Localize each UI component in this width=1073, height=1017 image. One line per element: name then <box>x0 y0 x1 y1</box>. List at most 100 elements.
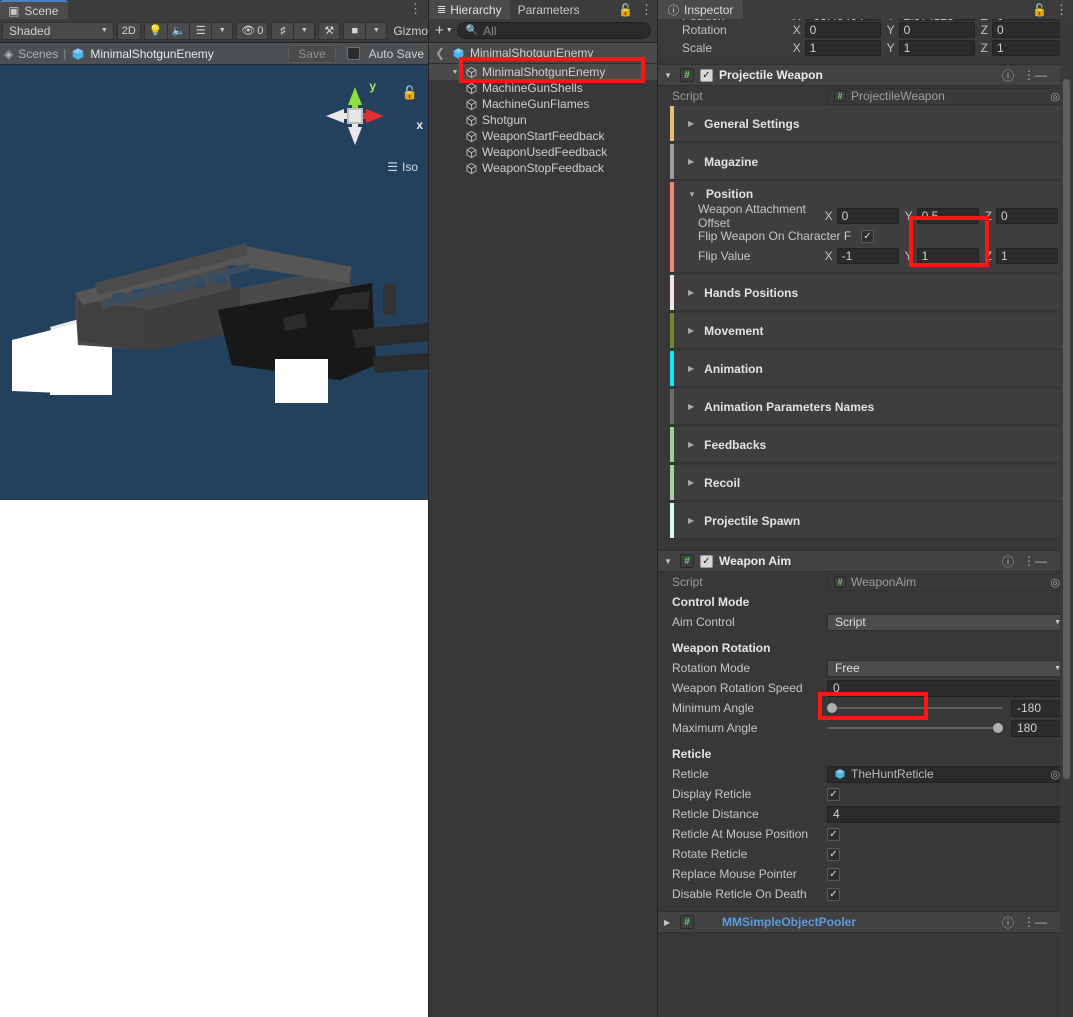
component-enabled-checkbox[interactable]: ✓ <box>700 554 713 568</box>
fx-dropdown-button[interactable]: ▼ <box>211 21 234 40</box>
gizmos-label[interactable]: Gizmo <box>393 24 428 38</box>
scrollbar-thumb[interactable] <box>1063 79 1070 779</box>
chevron-right-icon[interactable]: ▶ <box>688 440 694 449</box>
foldout-feedbacks[interactable]: ▶ Feedbacks <box>670 427 1064 463</box>
fx-toggle-button[interactable]: ☰ <box>189 21 212 40</box>
lock-open-icon[interactable]: 🔓 <box>618 3 633 17</box>
rotation-z-field[interactable]: Z 0 <box>981 22 1068 38</box>
preset-icon[interactable]: ⋮— <box>1023 68 1047 82</box>
position-y-field[interactable]: Y 2.874123 <box>887 19 975 21</box>
maximum-angle-value[interactable]: 180 <box>1011 719 1067 737</box>
add-object-button[interactable]: + ▼ <box>435 22 453 39</box>
preset-icon[interactable]: ⋮— <box>1023 915 1047 929</box>
hierarchy-item-machinegunflames[interactable]: MachineGunFlames <box>429 96 657 112</box>
maximum-angle-slider[interactable] <box>827 721 1003 735</box>
position-z-field[interactable]: Z 0 <box>981 19 1068 21</box>
tab-inspector[interactable]: ⓘ Inspector <box>658 0 744 19</box>
chevron-right-icon[interactable]: ▶ <box>688 326 694 335</box>
hierarchy-item-machinegunshells[interactable]: MachineGunShells <box>429 80 657 96</box>
hierarchy-item-weaponusedfeedback[interactable]: WeaponUsedFeedback <box>429 144 657 160</box>
scene-camera-dropdown[interactable]: ▼ <box>365 21 388 40</box>
preset-icon[interactable]: ⋮— <box>1023 554 1047 568</box>
flipvalue-z-field[interactable]: Z 1 <box>985 248 1058 264</box>
foldout-projectile-spawn[interactable]: ▶ Projectile Spawn <box>670 503 1064 539</box>
flip-weapon-checkbox[interactable]: ✓ <box>861 229 874 243</box>
help-icon[interactable]: ⓘ <box>1002 67 1014 84</box>
foldout-general-settings[interactable]: ▶ General Settings <box>670 106 1064 142</box>
foldout-recoil[interactable]: ▶ Recoil <box>670 465 1064 501</box>
rotation-y-field[interactable]: Y 0 <box>887 22 975 38</box>
scale-x-field[interactable]: X 1 <box>793 40 881 56</box>
tab-scene[interactable]: ▣ Scene <box>0 0 69 19</box>
scene-kebab-icon[interactable]: ⋮ <box>409 2 422 16</box>
foldout-animation-parameters-names[interactable]: ▶ Animation Parameters Names <box>670 389 1064 425</box>
display-reticle-checkbox[interactable]: ✓ <box>827 787 840 801</box>
foldout-magazine[interactable]: ▶ Magazine <box>670 144 1064 180</box>
offset-y-field[interactable]: Y 0.5 <box>905 208 979 224</box>
reticle-object-field[interactable]: TheHuntReticle ◎ <box>827 765 1067 783</box>
hierarchy-item-weaponstopfeedback[interactable]: WeaponStopFeedback <box>429 160 657 176</box>
chevron-down-icon[interactable]: ▼ <box>449 69 461 76</box>
help-icon[interactable]: ⓘ <box>1002 553 1014 570</box>
offset-x-field[interactable]: X 0 <box>825 208 899 224</box>
chevron-down-icon[interactable]: ▼ <box>664 557 674 566</box>
object-picker-icon[interactable]: ◎ <box>1050 768 1060 781</box>
lighting-toggle-button[interactable]: 💡 <box>143 21 167 40</box>
grid-visibility-button[interactable]: ♯ <box>271 21 294 40</box>
tab-parameters[interactable]: Parameters <box>510 0 588 19</box>
chevron-right-icon[interactable]: ▶ <box>664 918 674 927</box>
chevron-right-icon[interactable]: ▶ <box>688 119 694 128</box>
rotate-reticle-checkbox[interactable]: ✓ <box>827 847 840 861</box>
save-button[interactable]: Save <box>288 44 336 63</box>
chevron-right-icon[interactable]: ▶ <box>688 478 694 487</box>
chevron-down-icon[interactable]: ▼ <box>688 190 696 199</box>
toggle-2d-button[interactable]: 2D <box>116 21 141 40</box>
scene-visibility-button[interactable]: 👁 0 <box>236 21 269 40</box>
inspector-scrollbar[interactable] <box>1060 19 1073 1017</box>
audio-toggle-button[interactable]: 🔈 <box>166 21 190 40</box>
slider-knob[interactable] <box>827 703 837 713</box>
hierarchy-item-shotgun[interactable]: Shotgun <box>429 112 657 128</box>
slider-knob[interactable] <box>993 723 1003 733</box>
offset-z-field[interactable]: Z 0 <box>985 208 1058 224</box>
position-x-field[interactable]: X -55.45404 <box>793 19 881 21</box>
hierarchy-search-input[interactable]: 🔍 All <box>456 22 651 39</box>
scale-z-field[interactable]: Z 1 <box>981 40 1068 56</box>
object-picker-icon[interactable]: ◎ <box>1050 90 1060 103</box>
chevron-right-icon[interactable]: ▶ <box>688 157 694 166</box>
chevron-right-icon[interactable]: ▶ <box>688 516 694 525</box>
minimum-angle-slider[interactable] <box>827 701 1003 715</box>
weapon-rotation-speed-input[interactable]: 0 <box>827 679 1067 697</box>
flipvalue-y-field[interactable]: Y 1 <box>905 248 979 264</box>
shading-mode-dropdown[interactable]: Shaded ▼ <box>2 21 114 40</box>
kebab-icon[interactable]: ⋮ <box>640 2 653 18</box>
foldout-movement[interactable]: ▶ Movement <box>670 313 1064 349</box>
scene-prefab-name[interactable]: MinimalShotgunEnemy <box>90 47 213 61</box>
scale-y-field[interactable]: Y 1 <box>887 40 975 56</box>
flipvalue-x-field[interactable]: X -1 <box>825 248 899 264</box>
projection-mode[interactable]: ☰ Iso <box>387 160 418 174</box>
help-icon[interactable]: ⓘ <box>1002 914 1014 931</box>
lock-open-icon[interactable]: 🔓 <box>402 85 418 101</box>
scenes-label[interactable]: Scenes <box>18 47 58 61</box>
component-enabled-checkbox[interactable]: ✓ <box>700 68 713 82</box>
hierarchy-item-weaponstartfeedback[interactable]: WeaponStartFeedback <box>429 128 657 144</box>
foldout-animation[interactable]: ▶ Animation <box>670 351 1064 387</box>
lock-open-icon[interactable]: 🔓 <box>1032 3 1047 17</box>
replace-mouse-pointer-checkbox[interactable]: ✓ <box>827 867 840 881</box>
scene-orientation-gizmo[interactable] <box>322 83 388 149</box>
script-object-field[interactable]: # ProjectileWeapon ◎ <box>827 87 1067 105</box>
component-header-weapon-aim[interactable]: ▼ # ✓ Weapon Aim ⓘ ⋮— ⋮ <box>658 550 1073 572</box>
disable-reticle-on-death-checkbox[interactable]: ✓ <box>827 887 840 901</box>
component-header-mmsimpleobjectpooler[interactable]: ▶ # MMSimpleObjectPooler ⓘ ⋮— ⋮ <box>658 911 1073 933</box>
rotation-mode-dropdown[interactable]: Free ▼ <box>827 659 1067 677</box>
reticle-distance-input[interactable]: 4 <box>827 805 1067 823</box>
aim-control-dropdown[interactable]: Script ▼ <box>827 613 1067 631</box>
script-object-field[interactable]: # WeaponAim ◎ <box>827 573 1067 591</box>
component-header-projectile-weapon[interactable]: ▼ # ✓ Projectile Weapon ⓘ ⋮— ⋮ <box>658 64 1073 86</box>
grid-dropdown-button[interactable]: ▼ <box>293 21 316 40</box>
auto-save-checkbox[interactable] <box>346 47 360 60</box>
kebab-icon[interactable]: ⋮ <box>1055 2 1068 18</box>
hierarchy-breadcrumb-root[interactable]: MinimalShotgunEnemy <box>470 46 593 60</box>
chevron-down-icon[interactable]: ▼ <box>664 71 674 80</box>
